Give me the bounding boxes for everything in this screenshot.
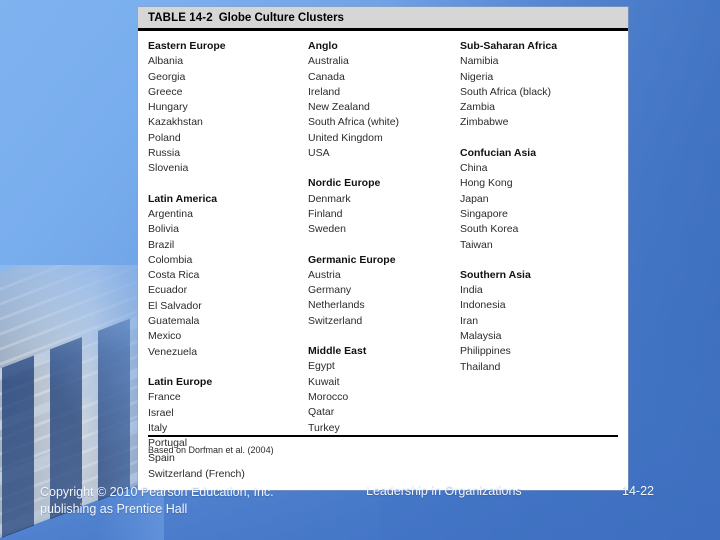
country-item: Georgia [148,70,186,83]
country-item: Finland [308,207,343,220]
cluster-group: Anglo Australia Canada Ireland New Zeala… [308,39,460,161]
cluster-group: Germanic Europe Austria Germany Netherla… [308,253,460,329]
country-item: Bolivia [148,223,179,236]
country-item: Ecuador [148,284,188,297]
country-item: South Africa (white) [308,116,400,129]
cluster-group: Confucian Asia China Hong Kong Japan Sin… [460,146,618,253]
cluster-group: Nordic Europe Denmark Finland Sweden [308,176,460,237]
cluster-group: Sub-Saharan Africa Namibia Nigeria South… [460,39,618,131]
cluster-heading: Middle East [308,345,367,358]
table-title: Globe Culture Clusters [218,11,344,24]
country-item: Indonesia [460,299,506,312]
presentation-slide: TABLE 14-2 Globe Culture Clusters Easter… [0,0,720,540]
country-item: Ireland [308,85,341,98]
cluster-group: Middle East Egypt Kuwait Morocco Qatar T… [308,344,460,436]
cluster-heading: Anglo [308,40,338,52]
cluster-heading: Sub-Saharan Africa [460,40,558,52]
slide-footer: Copyright © 2010 Pearson Education, Inc.… [0,484,720,540]
copyright-line-1: Copyright © 2010 Pearson Education, Inc. [40,485,274,499]
country-item: Zambia [460,101,496,114]
country-item: United Kingdom [308,131,383,144]
country-item: Mexico [148,330,182,343]
country-item: Switzerland [308,314,363,327]
country-item: Qatar [308,406,335,419]
country-item: Kazakhstan [148,116,203,129]
country-item: Brazil [148,238,175,251]
country-item: Switzerland (French) [148,467,245,480]
cluster-columns: Eastern Europe Albania Georgia Greece Hu… [148,39,618,497]
cluster-column-1: Eastern Europe Albania Georgia Greece Hu… [148,39,308,497]
country-item: Guatemala [148,315,200,328]
country-item: Hong Kong [460,177,513,190]
country-item: Netherlands [308,299,365,312]
country-item: Germany [308,284,352,297]
country-item: Australia [308,55,349,68]
cluster-heading: Confucian Asia [460,146,537,159]
country-item: Colombia [148,253,193,266]
copyright-line-2: publishing as Prentice Hall [40,502,188,516]
country-item: Poland [148,131,181,144]
country-item: Argentina [148,207,193,220]
country-item: Iran [460,314,479,327]
country-item: Thailand [460,360,501,373]
country-item: Venezuela [148,345,198,358]
table-body: Eastern Europe Albania Georgia Greece Hu… [138,31,628,480]
country-item: Albania [148,55,184,68]
country-item: Zimbabwe [460,116,509,129]
country-item: Israel [148,406,174,419]
country-item: South Korea [460,223,519,236]
country-item: Greece [148,85,183,98]
country-item: Morocco [308,390,349,403]
country-item: India [460,284,483,297]
cluster-group: Latin America Argentina Bolivia Brazil C… [148,192,308,360]
slide-number: 14-22 [622,484,654,498]
copyright-notice: Copyright © 2010 Pearson Education, Inc.… [40,484,274,518]
cluster-heading: Nordic Europe [308,177,381,190]
country-item: Taiwan [460,238,493,251]
cluster-group: Southern Asia India Indonesia Iran Malay… [460,268,618,375]
cluster-group: Eastern Europe Albania Georgia Greece Hu… [148,39,308,177]
country-item: Japan [460,192,489,205]
country-item: Hungary [148,101,188,114]
country-item: Singapore [460,207,508,220]
country-item: Sweden [308,223,346,236]
table-number-label: TABLE 14-2 [148,11,213,24]
cluster-heading: Eastern Europe [148,40,226,52]
country-item: Nigeria [460,70,494,83]
table-source-note: Based on Dorfman et al. (2004) [148,445,274,455]
cluster-heading: Latin Europe [148,375,213,388]
cluster-heading: Latin America [148,192,218,205]
country-item: Denmark [308,192,351,205]
country-item: Austria [308,268,341,281]
country-item: Canada [308,70,345,83]
country-item: Italy [148,421,168,434]
country-item: Russia [148,147,181,160]
country-item: France [148,391,181,404]
country-item: Slovenia [148,162,189,175]
country-item: China [460,162,488,175]
country-item: Philippines [460,345,511,358]
country-item: Costa Rica [148,269,200,282]
table-header-bar: TABLE 14-2 Globe Culture Clusters [138,7,628,31]
table-bottom-rule [148,435,618,437]
country-item: Kuwait [308,375,340,388]
cluster-column-3: Sub-Saharan Africa Namibia Nigeria South… [460,39,618,497]
country-item: Malaysia [460,330,502,343]
cluster-column-2: Anglo Australia Canada Ireland New Zeala… [308,39,460,497]
country-item: El Salvador [148,299,202,312]
book-title-footer: Leadership in Organizations [366,484,522,498]
country-item: South Africa (black) [460,85,552,98]
country-item: Namibia [460,55,499,68]
country-item: USA [308,147,330,160]
cluster-heading: Southern Asia [460,268,531,281]
country-item: Turkey [308,421,340,434]
cluster-group: Latin Europe France Israel Italy Portuga… [148,375,308,482]
country-item: New Zealand [308,101,370,114]
table-card: TABLE 14-2 Globe Culture Clusters Easter… [138,7,628,490]
cluster-heading: Germanic Europe [308,253,396,266]
country-item: Egypt [308,360,335,373]
